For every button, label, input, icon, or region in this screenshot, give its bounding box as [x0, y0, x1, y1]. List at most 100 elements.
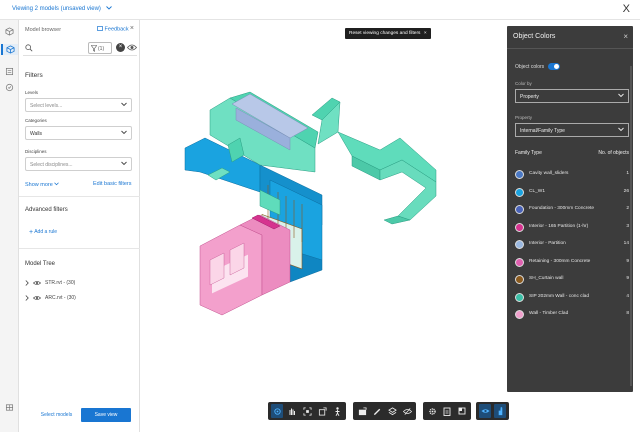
- palette-icon: [498, 406, 502, 415]
- close-panel-icon[interactable]: ×: [623, 32, 628, 41]
- chevron-right-icon[interactable]: [25, 280, 29, 286]
- pan-tool-button[interactable]: [286, 404, 298, 418]
- issues-icon[interactable]: [4, 82, 15, 93]
- save-view-button[interactable]: Save view: [81, 408, 131, 422]
- layers-button[interactable]: [386, 404, 398, 418]
- property-select[interactable]: Internal/Family Type: [515, 123, 629, 137]
- panel-footer: Select models Save view: [19, 406, 140, 426]
- toggle-knob: [554, 64, 559, 69]
- funnel-icon: [91, 45, 97, 52]
- tree-item-str[interactable]: STR.rvt - (30): [25, 280, 75, 286]
- list-item[interactable]: Wall - Timber Clad 8: [515, 309, 629, 321]
- disciplines-select[interactable]: Select disciplines...: [25, 157, 132, 171]
- left-icon-rail: [0, 20, 19, 432]
- disciplines-label: Disciplines: [25, 149, 47, 154]
- select-models-button[interactable]: Select models: [29, 408, 84, 422]
- color-swatch[interactable]: [515, 257, 524, 267]
- model-browser-title: Model browser: [25, 27, 62, 33]
- edit-basic-filters-link[interactable]: Edit basic filters: [93, 181, 132, 187]
- viewing-models-dropdown[interactable]: Viewing 2 models (unsaved view): [12, 6, 112, 12]
- object-count: 14: [623, 241, 629, 246]
- create-view-button[interactable]: [356, 404, 368, 418]
- family-type-name: CL_W1: [529, 188, 545, 194]
- hide-objects-button[interactable]: [401, 404, 413, 418]
- visibility-eye-icon[interactable]: [33, 295, 41, 301]
- color-swatch[interactable]: [515, 292, 524, 302]
- chevron-down-icon: [54, 182, 60, 186]
- color-swatch[interactable]: [515, 205, 524, 214]
- measure-button[interactable]: [371, 404, 383, 418]
- chevron-down-icon: [121, 130, 127, 137]
- filter-button[interactable]: (1): [88, 42, 112, 54]
- color-swatch[interactable]: [515, 222, 524, 232]
- add-rule-button[interactable]: + Add a rule: [29, 229, 57, 236]
- close-viewer-button[interactable]: X: [623, 3, 630, 15]
- divider: [19, 248, 140, 249]
- object-count: 4: [626, 293, 629, 299]
- walk-tool-button[interactable]: [331, 404, 343, 418]
- family-type-column-header: Family Type: [515, 150, 542, 156]
- list-item[interactable]: Interior - 165 Partition (1-hr) 3: [515, 222, 629, 234]
- filters-heading: Filters: [25, 72, 43, 79]
- add-rule-label: Add a rule: [34, 229, 58, 235]
- object-count: 2: [626, 206, 629, 211]
- chevron-down-icon: [105, 6, 112, 12]
- camera-icon: [358, 406, 367, 415]
- color-swatch[interactable]: [515, 275, 524, 284]
- object-colors-toggle[interactable]: [548, 63, 560, 70]
- feedback-link[interactable]: Feedback: [97, 26, 129, 33]
- clear-filter-icon[interactable]: ×: [116, 43, 125, 52]
- chevron-down-icon: [618, 127, 624, 134]
- sheets-icon[interactable]: [4, 66, 15, 77]
- visibility-eye-icon[interactable]: [33, 280, 41, 286]
- model-browser-panel: Model browser Feedback × (1) × Filters L…: [19, 20, 140, 432]
- settings-grid-icon[interactable]: [4, 402, 15, 413]
- list-item[interactable]: Cavity wall_sliders 1: [515, 169, 629, 181]
- markup-toolbar: [353, 402, 416, 420]
- chevron-down-icon: [618, 93, 624, 100]
- list-item[interactable]: Retaining - 300mm Concrete 9: [515, 257, 629, 269]
- pencil-icon: [373, 408, 380, 415]
- list-item[interactable]: Interior - Partition 14: [515, 239, 629, 251]
- levels-select[interactable]: Select levels...: [25, 98, 132, 112]
- settings-button[interactable]: [426, 404, 438, 418]
- color-swatch[interactable]: [515, 310, 524, 319]
- scrollbar[interactable]: [630, 66, 632, 386]
- tree-item-arc[interactable]: ARC.rvt - (30): [25, 295, 76, 301]
- cube-icon[interactable]: [4, 26, 15, 37]
- object-colors-title: Object Colors: [513, 33, 556, 40]
- color-by-select[interactable]: Property: [515, 89, 629, 103]
- color-swatch[interactable]: [515, 170, 524, 179]
- chevron-right-icon[interactable]: [25, 295, 29, 301]
- properties-button[interactable]: [441, 404, 453, 418]
- object-colors-button[interactable]: [494, 404, 506, 418]
- list-item[interactable]: SH_Curtain wall 9: [515, 274, 629, 286]
- object-count: 1: [626, 171, 629, 176]
- show-more-link[interactable]: Show more: [25, 182, 60, 188]
- building-model[interactable]: [140, 20, 507, 432]
- orbit-tool-button[interactable]: [271, 404, 283, 418]
- ghosting-button[interactable]: [479, 404, 491, 418]
- section-box-button[interactable]: [316, 404, 328, 418]
- model-browser-icon[interactable]: [1, 44, 18, 55]
- show-more-label: Show more: [25, 182, 53, 188]
- categories-select[interactable]: Walls: [25, 126, 132, 140]
- list-item[interactable]: SIP 202mm Wall - conc clad 4: [515, 292, 629, 304]
- gear-icon: [428, 407, 436, 415]
- 3d-viewport[interactable]: Reset viewing changes and filters ×: [140, 20, 507, 432]
- divider: [19, 196, 140, 197]
- plus-icon: +: [29, 229, 34, 236]
- search-row: (1) ×: [23, 42, 138, 56]
- search-icon[interactable]: [25, 44, 33, 54]
- list-item[interactable]: Foundation - 300mm Concrete 2: [515, 204, 629, 216]
- object-count-column-header: No. of objects: [598, 150, 629, 156]
- color-swatch[interactable]: [515, 187, 524, 197]
- visibility-eye-icon[interactable]: [126, 43, 138, 54]
- list-item[interactable]: CL_W1 26: [515, 187, 629, 199]
- zoom-fit-button[interactable]: [301, 404, 313, 418]
- color-swatch[interactable]: [515, 240, 524, 249]
- close-panel-icon[interactable]: ×: [130, 25, 134, 32]
- fullscreen-button[interactable]: [456, 404, 468, 418]
- model-tree-heading: Model Tree: [25, 261, 56, 267]
- object-count: 3: [626, 223, 629, 229]
